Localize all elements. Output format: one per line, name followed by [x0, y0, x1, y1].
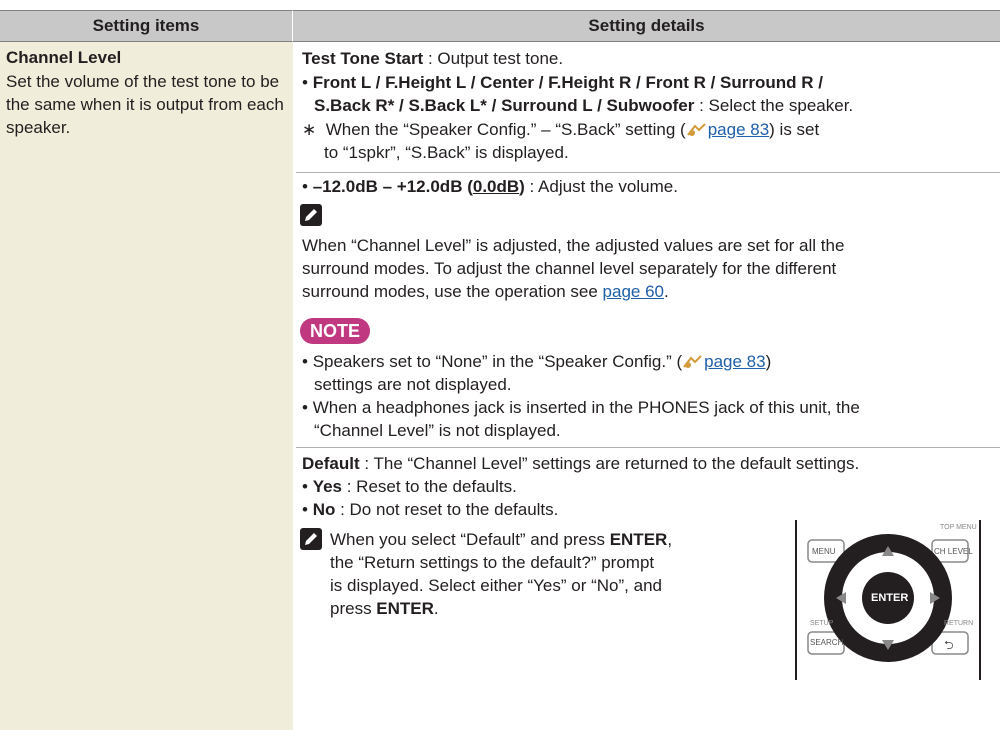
setup-label: SETUP: [810, 620, 834, 627]
range-bold: –12.0dB – +12.0dB (: [312, 177, 473, 196]
page-ref-icon: [682, 353, 704, 376]
note-badge: NOTE: [300, 318, 370, 344]
tip-line-1: When you select “Default” and press ENTE…: [330, 528, 672, 551]
speakers-line-1: • Front L / F.Height L / Center / F.Heig…: [302, 73, 823, 92]
search-button: SEARCH: [810, 638, 844, 647]
speaker-list-1: Front L / F.Height L / Center / F.Height…: [312, 73, 823, 92]
tip-enter-1: ENTER: [609, 530, 668, 549]
tip-line-3: is displayed. Select either “Yes” or “No…: [330, 576, 662, 595]
tip-line-1-text: When you select “Default” and press: [330, 530, 610, 549]
column-separator: [293, 42, 296, 730]
pencil-icon: [300, 528, 322, 550]
tip-line-2: the “Return settings to the default?” pr…: [330, 553, 655, 572]
return-label: RETURN: [944, 620, 974, 627]
ch-level-button: CH LEVEL: [934, 547, 973, 556]
channel-level-description: Set the volume of the test tone to be th…: [6, 72, 284, 137]
memo-line-3: surround modes, use the operation see pa…: [302, 280, 669, 303]
page-83-link-note[interactable]: page 83: [704, 352, 765, 371]
memo-line-3-end: .: [663, 282, 669, 301]
top-menu-label: TOP MENU: [940, 524, 977, 531]
range-line: • –12.0dB – +12.0dB (0.0dB) : Adjust the…: [302, 177, 678, 196]
yes-line: • Yes : Reset to the defaults.: [302, 477, 517, 496]
tip-enter-2: ENTER: [376, 599, 434, 618]
note-2-text: When a headphones jack is inserted in th…: [312, 398, 860, 417]
setting-items-column: [0, 42, 293, 730]
speakers-line-2: S.Back R* / S.Back L* / Surround L / Sub…: [314, 94, 994, 117]
tip-line-4: press ENTER.: [330, 597, 439, 620]
memo-line-2: surround modes. To adjust the channel le…: [302, 259, 837, 278]
test-tone-line: Test Tone Start : Output test tone.: [302, 47, 563, 70]
note-1-close: ): [765, 352, 772, 371]
speaker-list-2: S.Back R* / S.Back L* / Surround L / Sub…: [314, 96, 695, 115]
header-setting-details: Setting details: [293, 10, 1000, 42]
range-text: : Adjust the volume.: [524, 177, 678, 196]
remote-illustration: TOP MENU MENU CH LEVEL ENTER SETUP SEARC…: [792, 520, 984, 680]
divider: [296, 172, 1000, 173]
test-tone-text: : Output test tone.: [423, 49, 564, 68]
default-text: : The “Channel Level” settings are retur…: [359, 454, 860, 473]
range-default: 0.0dB: [472, 177, 520, 196]
memo-line-1: When “Channel Level” is adjusted, the ad…: [302, 236, 845, 255]
no-label: No: [312, 500, 336, 519]
enter-button: ENTER: [871, 592, 909, 604]
channel-level-title: Channel Level: [6, 48, 122, 67]
tip-line-1-end: ,: [667, 530, 673, 549]
pencil-icon: [300, 204, 322, 226]
note-1-text: Speakers set to “None” in the “Speaker C…: [312, 352, 683, 371]
speaker-select-text: : Select the speaker.: [694, 96, 854, 115]
divider: [296, 447, 1000, 448]
page-ref-icon: [686, 121, 708, 144]
note-2-line-2: “Channel Level” is not displayed.: [314, 421, 561, 440]
asterisk-icon: ∗: [302, 120, 317, 139]
note-2: • When a headphones jack is inserted in …: [302, 398, 860, 417]
menu-button: MENU: [812, 547, 836, 556]
no-line: • No : Do not reset to the defaults.: [302, 500, 559, 519]
default-line: Default : The “Channel Level” settings a…: [302, 452, 996, 475]
yes-label: Yes: [312, 477, 342, 496]
tip-line-4-text: press: [330, 599, 377, 618]
header-setting-items: Setting items: [0, 10, 293, 42]
no-text: : Do not reset to the defaults.: [335, 500, 559, 519]
manual-page: Setting items Setting details Channel Le…: [0, 0, 1000, 730]
page-83-link[interactable]: page 83: [708, 120, 769, 139]
page-60-link[interactable]: page 60: [603, 282, 664, 301]
test-tone-label: Test Tone Start: [302, 49, 424, 68]
footnote-line-2: to “1spkr”, “S.Back” is displayed.: [324, 143, 569, 162]
footnote-text-b: ) is set: [769, 120, 820, 139]
return-icon: ⮌: [944, 638, 954, 652]
note-1-line-2: settings are not displayed.: [314, 375, 512, 394]
memo-line-3-text: surround modes, use the operation see: [302, 282, 603, 301]
yes-text: : Reset to the defaults.: [342, 477, 517, 496]
tip-line-4-end: .: [433, 599, 439, 618]
footnote-text-a: When the “Speaker Config.” – “S.Back” se…: [325, 120, 686, 139]
default-label: Default: [302, 454, 360, 473]
